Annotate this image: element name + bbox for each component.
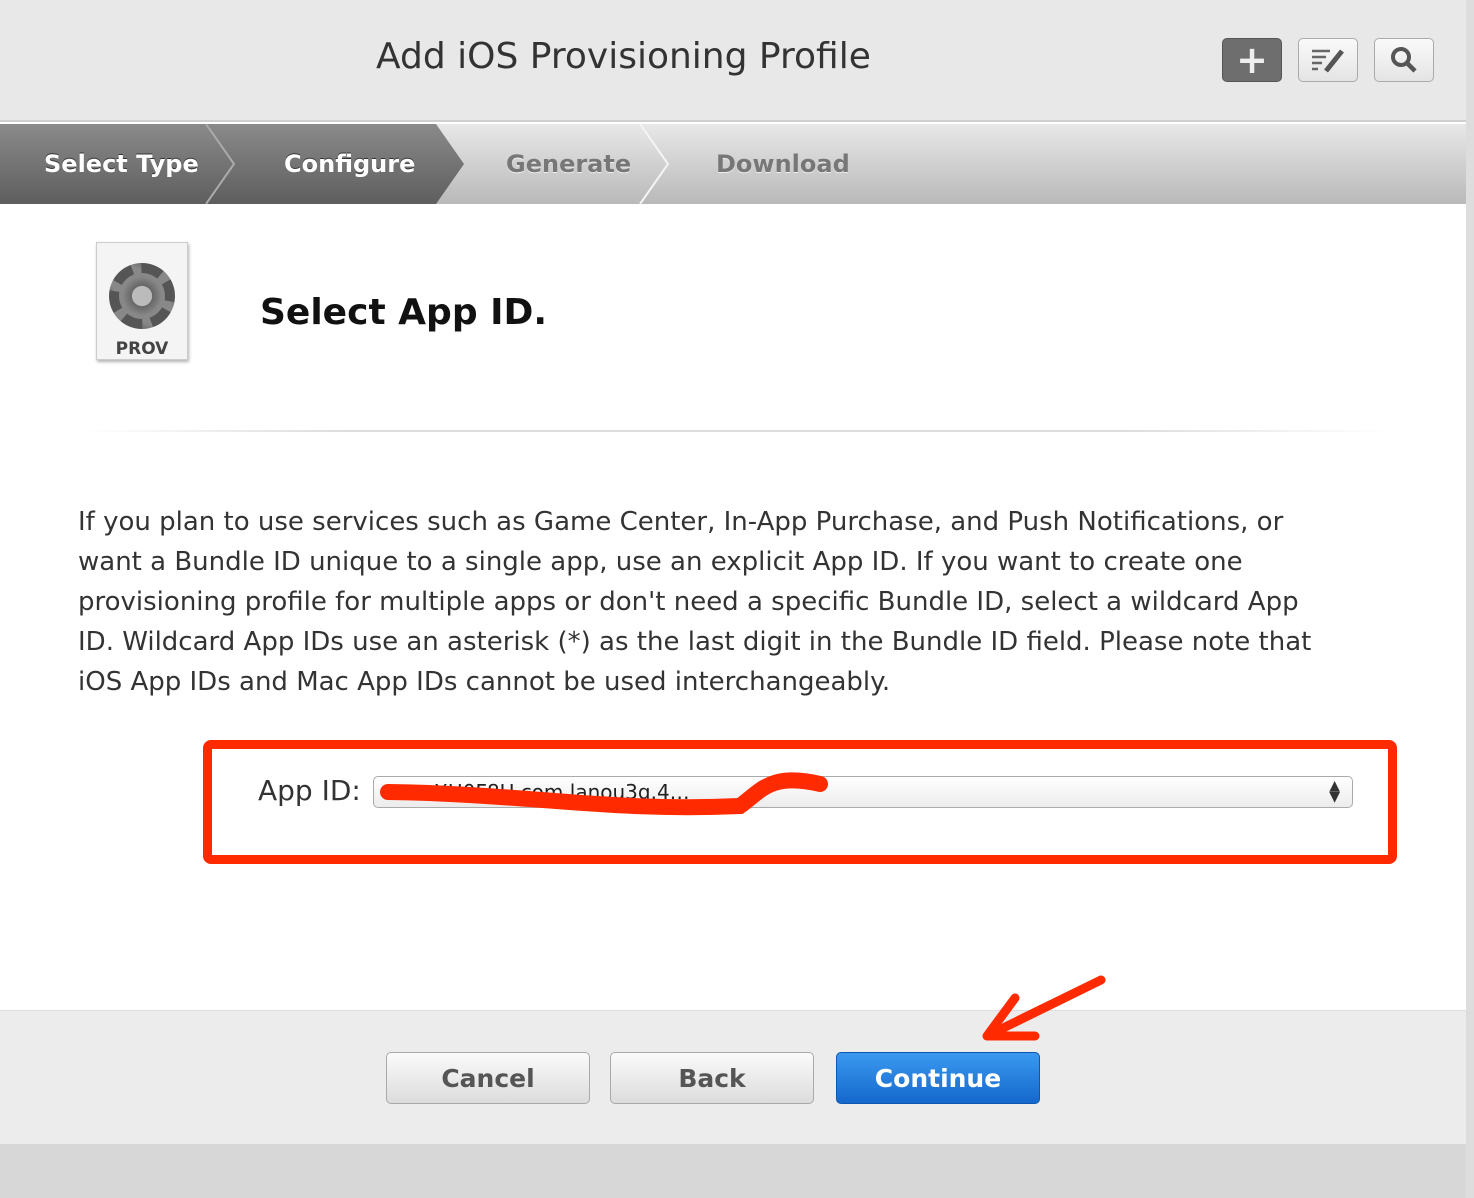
edit-list-icon [1312,49,1344,73]
gear-icon [109,263,175,329]
cancel-button[interactable]: Cancel [386,1052,590,1104]
select-arrows-icon: ▲ ▼ [1329,778,1340,805]
section-heading: Select App ID. [260,292,548,333]
search-icon [1391,47,1417,73]
app-id-select[interactable]: …XH0F8U.com.lanou3g.4… ▲ ▼ [373,776,1353,808]
prov-label: PROV [115,339,169,359]
add-button[interactable]: + [1222,38,1282,82]
search-button[interactable] [1374,38,1434,82]
step-select-type: Select Type [44,150,199,178]
step-generate: Generate [506,150,632,178]
bottom-bar [0,1144,1466,1198]
progress-steps: Select Type Configure Generate Download [0,124,1466,204]
app-id-value: …XH0F8U.com.lanou3g.4… [414,780,690,804]
step-download: Download [716,150,850,178]
app-id-label: App ID: [258,774,361,807]
page-title: Add iOS Provisioning Profile [376,36,871,77]
continue-button[interactable]: Continue [836,1052,1040,1104]
back-button[interactable]: Back [610,1052,814,1104]
description-text: If you plan to use services such as Game… [78,507,1312,697]
edit-button[interactable] [1298,38,1358,82]
annotation-arrow-icon [982,975,1106,1041]
header: Add iOS Provisioning Profile + [0,0,1466,122]
prov-file-icon: PROV [96,242,188,360]
divider [80,430,1390,432]
window-edge [1466,0,1474,1198]
plus-icon: + [1236,38,1268,82]
step-configure: Configure [284,150,416,178]
